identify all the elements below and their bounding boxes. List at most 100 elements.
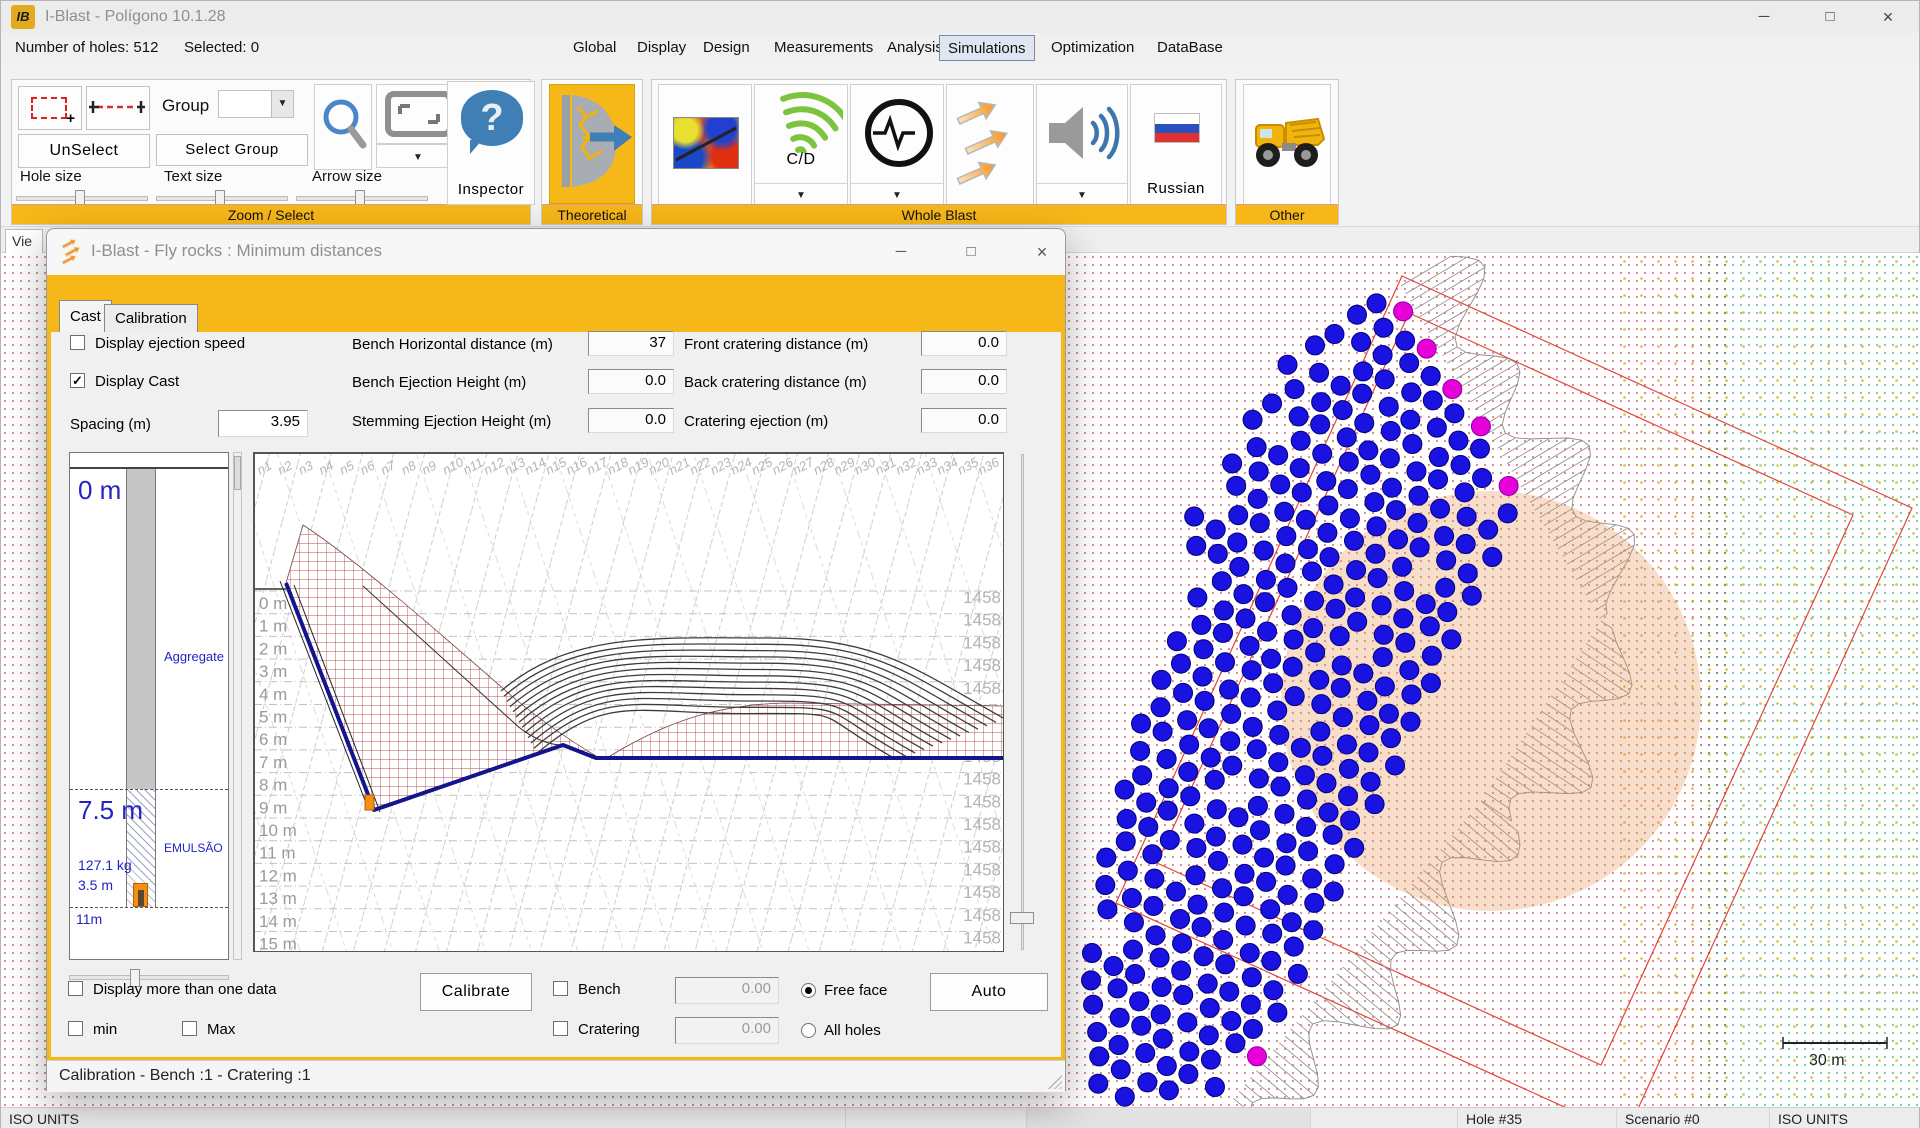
trajectory-chart[interactable]: 0 m14581 m14582 m14583 m14584 m14585 m14… (253, 452, 1004, 952)
dump-truck-icon (1248, 109, 1328, 179)
inspector-label: Inspector (448, 181, 534, 198)
dialog-tab-band: Cast Calibration (47, 275, 1065, 332)
selected-count-label: Selected: 0 (184, 39, 259, 56)
spacing-input[interactable]: 3.95 (218, 410, 308, 437)
bench-value-input[interactable]: 0.00 (675, 977, 779, 1004)
dialog-maximize-icon[interactable]: □ (954, 237, 988, 267)
noise-dropdown[interactable]: ▼ (1037, 183, 1127, 205)
hole-indicator: Hole #35 (1458, 1108, 1617, 1128)
borehole-scrollbar[interactable] (233, 452, 242, 960)
menu-measurements[interactable]: Measurements (766, 35, 881, 61)
app-icon: IB (11, 5, 35, 29)
free-face-radio[interactable] (801, 983, 816, 998)
min-label: min (93, 1021, 117, 1038)
svg-text:1458: 1458 (963, 883, 1001, 902)
svg-text:1458: 1458 (963, 929, 1001, 948)
cratering-ejection-input[interactable]: 0.0 (921, 408, 1007, 433)
bench-horizontal-distance-input[interactable]: 37 (588, 331, 674, 356)
measure-button[interactable] (86, 86, 150, 130)
hole-size-slider[interactable] (16, 196, 148, 201)
svg-text:11 m: 11 m (259, 844, 296, 863)
display-more-data-label: Display more than one data (93, 981, 276, 998)
min-checkbox[interactable] (68, 1021, 83, 1036)
svg-text:1458: 1458 (963, 951, 1001, 952)
rect-select-button[interactable]: + (18, 86, 82, 130)
group-other: Other (1235, 79, 1339, 225)
chevron-down-icon: ▼ (1077, 190, 1087, 201)
back-cratering-distance-input[interactable]: 0.0 (921, 369, 1007, 394)
chart-vertical-slider[interactable] (1009, 454, 1035, 950)
calibrate-button[interactable]: Calibrate (420, 973, 532, 1011)
slider-handle[interactable] (1010, 912, 1034, 924)
help-bubble-icon: ? (461, 90, 523, 146)
display-ejection-speed-checkbox[interactable] (70, 335, 85, 350)
check-icon: ✓ (72, 373, 83, 388)
scenario-indicator: Scenario #0 (1617, 1108, 1770, 1128)
bench-ejection-height-input[interactable]: 0.0 (588, 369, 674, 394)
menu-database[interactable]: DataBase (1149, 35, 1231, 61)
svg-text:1458: 1458 (963, 770, 1001, 789)
search-icon (317, 89, 371, 169)
menu-optimization[interactable]: Optimization (1043, 35, 1142, 61)
section-zoom-select-label: Zoom / Select (12, 204, 530, 224)
all-holes-label: All holes (824, 1022, 881, 1039)
svg-text:1458: 1458 (963, 679, 1001, 698)
group-dropdown[interactable]: ▼ (218, 90, 294, 118)
text-size-slider[interactable] (156, 196, 288, 201)
theoretical-button[interactable] (549, 84, 635, 204)
total-depth-label: 11m (76, 911, 102, 927)
svg-text:9 m: 9 m (259, 798, 287, 817)
dialog-minimize-icon[interactable]: ─ (884, 237, 918, 267)
fly-rocks-button[interactable] (946, 84, 1034, 206)
cratering-checkbox[interactable] (553, 1021, 568, 1036)
truck-button[interactable] (1243, 84, 1331, 206)
all-holes-radio[interactable] (801, 1023, 816, 1038)
bench-checkbox[interactable] (553, 981, 568, 996)
heatmap-button[interactable] (658, 84, 752, 206)
status-bar: ISO UNITS Hole #35 Scenario #0 ISO UNITS (1, 1107, 1919, 1128)
svg-text:1458: 1458 (963, 656, 1001, 675)
cratering-value-input[interactable]: 0.00 (675, 1017, 779, 1044)
auto-button[interactable]: Auto (930, 973, 1048, 1011)
svg-text:12 m: 12 m (259, 866, 297, 885)
display-cast-checkbox[interactable]: ✓ (70, 373, 85, 388)
group-label: Group (162, 96, 209, 116)
menu-design[interactable]: Design (695, 35, 758, 61)
display-cast-label: Display Cast (95, 373, 179, 390)
maximize-icon[interactable]: □ (1807, 1, 1853, 33)
max-checkbox[interactable] (182, 1021, 197, 1036)
menu-display[interactable]: Display (629, 35, 694, 61)
section-theoretical-label: Theoretical (542, 204, 642, 224)
dialog-status-bar: Calibration - Bench :1 - Cratering :1 (47, 1060, 1065, 1092)
dialog-title-bar[interactable]: I-Blast - Fly rocks : Minimum distances … (47, 229, 1065, 275)
menu-global[interactable]: Global (565, 35, 624, 61)
zoom-tool-button[interactable] (314, 84, 372, 170)
svg-text:10 m: 10 m (259, 821, 297, 840)
resize-grip[interactable] (1048, 1075, 1062, 1089)
front-cratering-distance-label: Front cratering distance (m) (684, 336, 868, 353)
tab-calibration[interactable]: Calibration (104, 304, 198, 332)
explosive-label: EMULSÃO (164, 841, 223, 855)
cd-dropdown[interactable]: ▼ (755, 183, 847, 205)
arrow-size-slider[interactable] (296, 196, 428, 201)
language-button[interactable]: Russian (1130, 84, 1222, 206)
close-icon[interactable]: × (1865, 1, 1911, 33)
front-cratering-distance-input[interactable]: 0.0 (921, 331, 1007, 356)
view-tab[interactable]: Vie (5, 229, 43, 253)
stemming-ejection-height-input[interactable]: 0.0 (588, 408, 674, 433)
charge-distance-button[interactable]: C/D ▼ (754, 84, 848, 206)
minimize-icon[interactable]: ─ (1741, 1, 1787, 33)
noise-button[interactable]: ▼ (1036, 84, 1128, 206)
display-more-data-checkbox[interactable] (68, 981, 83, 996)
select-group-button[interactable]: Select Group (156, 134, 308, 166)
unselect-button[interactable]: UnSelect (18, 134, 150, 168)
seismograph-button[interactable]: ▼ (850, 84, 944, 206)
svg-text:3 m: 3 m (259, 662, 287, 681)
chevron-down-icon[interactable]: ▼ (271, 91, 293, 117)
depth-7-5-label: 7.5 m (78, 795, 143, 826)
seismograph-dropdown[interactable]: ▼ (851, 183, 943, 205)
menu-simulations[interactable]: Simulations (939, 35, 1035, 61)
inspector-button[interactable]: ? Inspector (447, 81, 535, 205)
section-whole-blast-label: Whole Blast (652, 204, 1226, 224)
dialog-close-icon[interactable]: × (1025, 237, 1059, 267)
